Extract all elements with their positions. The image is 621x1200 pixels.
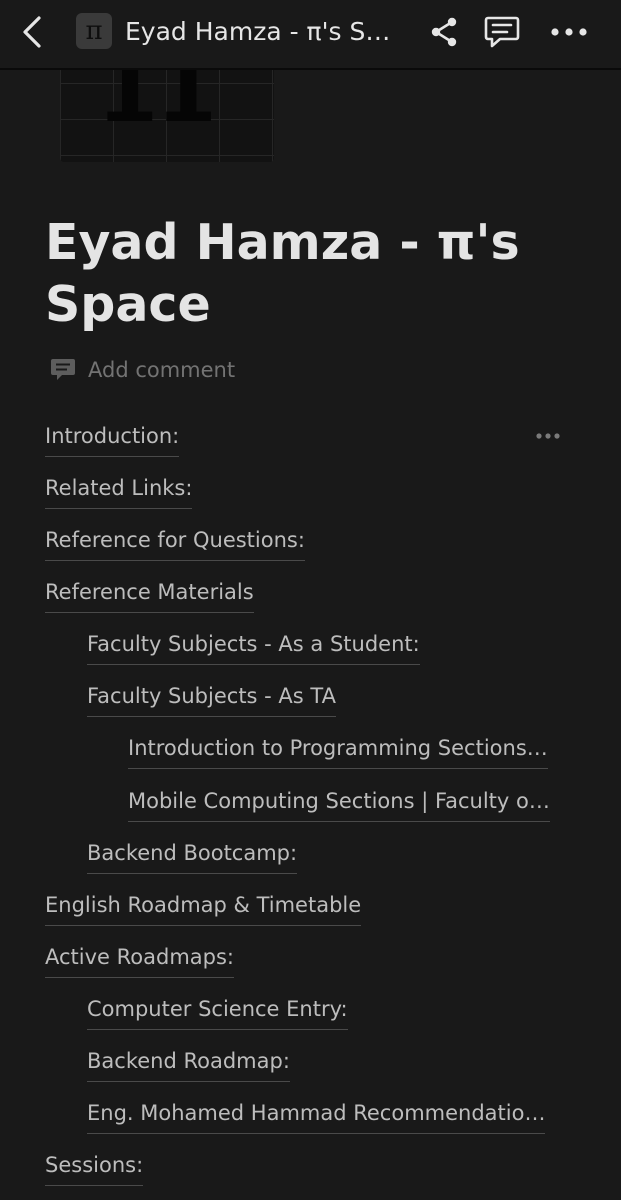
add-comment-label: Add comment <box>88 358 236 382</box>
toc-item-faculty-subjects-ta[interactable]: Faculty Subjects - As TA <box>87 681 336 717</box>
pi-icon: π <box>76 13 112 49</box>
toc-item-mobile-computing-sections[interactable]: Mobile Computing Sections | Faculty o… <box>128 786 550 822</box>
toc-item-sessions[interactable]: Sessions: <box>45 1150 144 1186</box>
toc-item-faculty-subjects-student[interactable]: Faculty Subjects - As a Student: <box>87 629 420 665</box>
comment-icon <box>484 16 520 48</box>
comment-bubble-icon <box>51 359 75 380</box>
toc-item-active-roadmaps[interactable]: Active Roadmaps: <box>45 942 234 978</box>
toc-item-backend-roadmap[interactable]: Backend Roadmap: <box>87 1046 290 1082</box>
back-button[interactable] <box>14 10 50 54</box>
add-comment-button[interactable]: Add comment <box>50 354 235 386</box>
toc-item-english-roadmap[interactable]: English Roadmap & Timetable <box>45 890 362 926</box>
more-options-button[interactable] <box>546 12 592 52</box>
toc-item-reference-materials[interactable]: Reference Materials <box>45 577 254 613</box>
comments-button[interactable] <box>480 12 524 52</box>
toc-item-intro-programming-sections[interactable]: Introduction to Programming Sections… <box>128 733 548 769</box>
toc-item-reference-for-questions[interactable]: Reference for Questions: <box>45 525 305 561</box>
toc-item-backend-bootcamp[interactable]: Backend Bootcamp: <box>87 838 298 874</box>
toc-item-related-links[interactable]: Related Links: <box>45 473 193 509</box>
toc-item-computer-science-entry[interactable]: Computer Science Entry: <box>87 994 348 1030</box>
page-title: Eyad Hamza - π's Space <box>45 214 520 333</box>
toc-item-introduction[interactable]: Introduction: <box>45 421 180 457</box>
page-icon[interactable]: π <box>76 13 112 49</box>
top-bar: π Eyad Hamza - π's S… <box>0 0 621 70</box>
toc-item-hammad-recommendations[interactable]: Eng. Mohamed Hammad Recommendatio… <box>87 1098 546 1134</box>
more-dots-icon <box>536 433 560 439</box>
share-button[interactable] <box>424 12 464 52</box>
more-icon <box>551 28 587 36</box>
back-chevron-icon <box>23 16 41 48</box>
page-title-header: Eyad Hamza - π's S… <box>125 17 391 46</box>
toc-more-button[interactable] <box>530 422 566 450</box>
share-icon <box>431 17 457 47</box>
